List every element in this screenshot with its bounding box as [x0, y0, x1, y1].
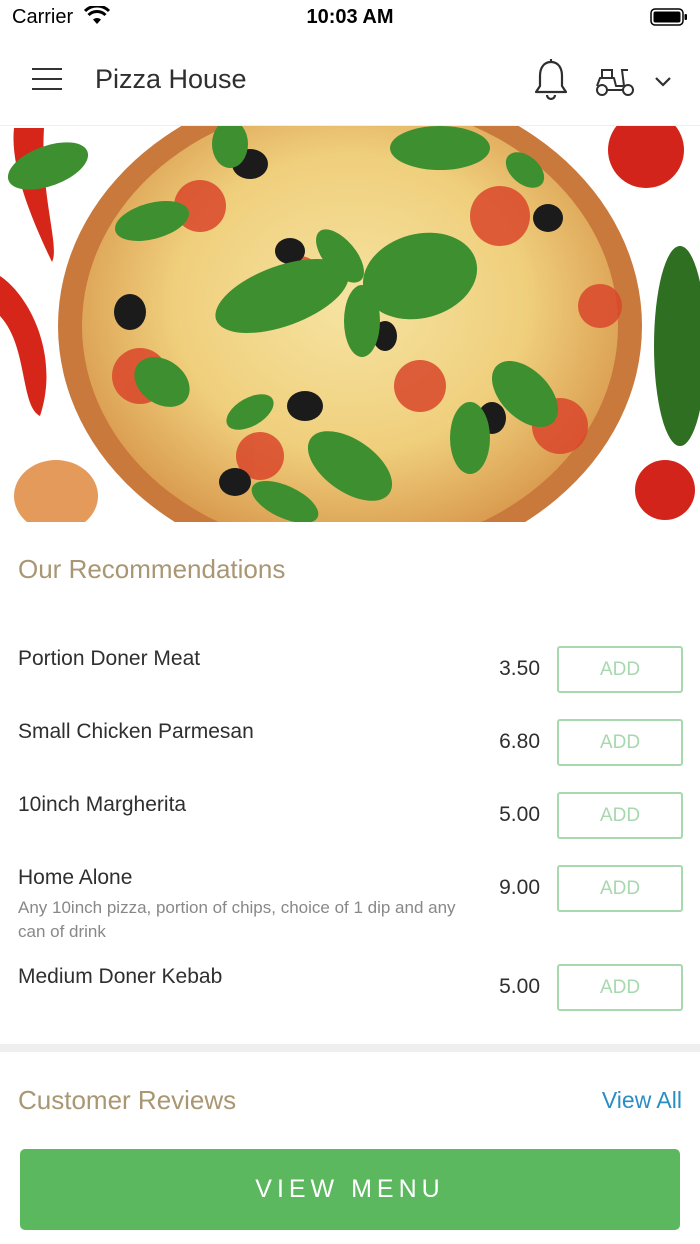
item-price: 5.00 — [499, 975, 540, 998]
app-header: Pizza House — [0, 34, 700, 126]
hero-pizza-image — [0, 126, 700, 522]
hamburger-menu-icon[interactable] — [28, 64, 64, 94]
section-divider — [0, 1044, 700, 1052]
item-price: 5.00 — [499, 803, 540, 826]
add-button[interactable]: ADD — [557, 964, 683, 1011]
chevron-down-icon[interactable] — [652, 72, 674, 90]
recommendations-title: Our Recommendations — [18, 554, 286, 584]
item-description: Any 10inch pizza, portion of chips, choi… — [18, 898, 456, 941]
add-button[interactable]: ADD — [557, 719, 683, 766]
item-price: 9.00 — [499, 876, 540, 899]
view-menu-button[interactable]: VIEW MENU — [20, 1149, 680, 1230]
scooter-icon[interactable] — [594, 64, 636, 98]
add-button[interactable]: ADD — [557, 865, 683, 912]
bell-icon[interactable] — [532, 58, 570, 102]
clock: 10:03 AM — [306, 6, 394, 28]
reviews-title: Customer Reviews — [18, 1085, 237, 1115]
item-name: Medium Doner Kebab — [18, 965, 223, 988]
add-button[interactable]: ADD — [557, 646, 683, 693]
item-price: 6.80 — [499, 730, 540, 753]
item-name: 10inch Margherita — [18, 793, 187, 816]
item-name: Small Chicken Parmesan — [18, 720, 254, 743]
item-name: Home Alone — [18, 866, 133, 889]
item-name: Portion Doner Meat — [18, 647, 201, 670]
view-all-link[interactable]: View All — [602, 1087, 682, 1114]
page-title: Pizza House — [95, 64, 247, 94]
item-price: 3.50 — [499, 657, 540, 680]
status-bar: Carrier 10:03 AM — [0, 0, 700, 34]
add-button[interactable]: ADD — [557, 792, 683, 839]
battery-icon — [650, 8, 687, 26]
